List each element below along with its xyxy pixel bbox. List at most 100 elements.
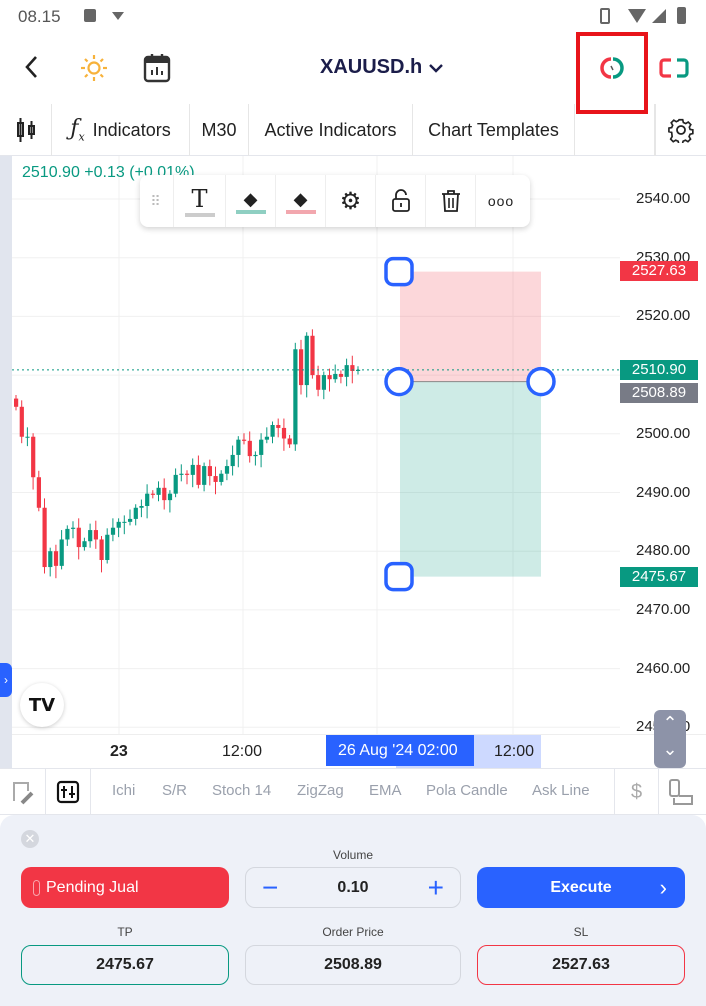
drag-handle-icon[interactable]: ⠿ <box>140 175 174 227</box>
indicator-ask-line[interactable]: Ask Line <box>532 782 590 799</box>
volume-stepper[interactable]: − 0.10 + <box>245 867 461 908</box>
indicator-ichi[interactable]: Ichi <box>112 782 135 799</box>
text-button[interactable]: T <box>174 175 226 227</box>
candle-body <box>19 406 24 437</box>
candlestick-chart[interactable] <box>0 156 706 768</box>
chart-templates-button[interactable]: Chart Templates <box>413 104 575 156</box>
time-axis: 23 12:00 26 Aug '24 02:00 12:00 <box>12 734 706 769</box>
text-icon: T <box>191 185 208 213</box>
candle-body <box>31 436 36 478</box>
calendar-icon[interactable] <box>143 53 171 83</box>
order-price-input[interactable]: 2508.89 <box>245 945 461 985</box>
increase-volume-button[interactable]: + <box>428 872 444 904</box>
candle-body <box>230 454 235 467</box>
currency-swap-button[interactable]: $ <box>614 769 659 815</box>
gear-icon <box>668 118 694 143</box>
order-price-label: Order Price <box>322 925 384 939</box>
chevron-right-icon: › <box>659 874 667 900</box>
price-axis-tick: 2460.00 <box>636 659 691 677</box>
sl-input[interactable]: 2527.63 <box>477 945 685 985</box>
tp-input[interactable]: 2475.67 <box>21 945 229 985</box>
indicator-settings-button[interactable] <box>46 769 91 815</box>
delete-button[interactable] <box>426 175 476 227</box>
settings-button[interactable]: ⚙ <box>326 175 376 227</box>
execute-label: Execute <box>550 878 612 896</box>
one-click-trading-icon[interactable] <box>600 56 624 80</box>
position-handle[interactable] <box>384 561 414 592</box>
pending-sell-button[interactable]: Pending Jual <box>21 867 229 908</box>
red-swatch <box>285 209 316 214</box>
tp-price-label: 2475.67 <box>620 567 698 587</box>
indicator-stoch[interactable]: Stoch 14 <box>212 782 271 799</box>
candle-body <box>167 493 173 501</box>
position-handle[interactable] <box>384 366 414 397</box>
fill-color-button-2[interactable]: ◆ <box>276 175 326 227</box>
chevron-down-icon <box>429 63 444 73</box>
candle-body <box>185 473 190 475</box>
scroll-to-latest-button[interactable]: ⌃ ⌄ <box>654 710 686 768</box>
notification-icon <box>84 9 96 22</box>
symbol-selector[interactable]: XAUUSD.h <box>320 56 444 79</box>
candle-body <box>236 439 241 455</box>
layout-switch-button[interactable] <box>666 778 696 806</box>
candle-body <box>264 436 269 440</box>
candle-body <box>333 373 338 380</box>
price-axis-tick: 2540.00 <box>636 190 691 207</box>
trade-panel-icon[interactable] <box>658 57 690 79</box>
candle-body <box>133 507 138 519</box>
candle-body <box>156 487 161 495</box>
decrease-volume-button[interactable]: − <box>262 872 278 904</box>
candle-body <box>321 375 326 390</box>
time-label: 12:00 <box>494 743 535 760</box>
candle-body <box>93 530 98 540</box>
candle-body <box>344 365 349 377</box>
timeframe-button[interactable]: M30 <box>190 104 249 156</box>
fill-color-button[interactable]: ◆ <box>226 175 276 227</box>
indicator-pola-candle[interactable]: Pola Candle <box>426 782 508 799</box>
candle-body <box>299 349 304 386</box>
pending-sell-label: Pending Jual <box>46 878 139 896</box>
chart-type-button[interactable] <box>0 104 52 156</box>
candle-body <box>145 493 150 507</box>
candle-body <box>338 373 344 377</box>
candle-body <box>190 464 195 475</box>
tradingview-logo[interactable]: 𝗧𝗩 <box>20 683 64 727</box>
candle-body <box>42 507 47 568</box>
candle-body <box>219 473 224 482</box>
position-handle[interactable] <box>526 366 556 397</box>
indicator-zigzag[interactable]: ZigZag <box>297 782 344 799</box>
drawing-tools-button[interactable] <box>0 769 46 815</box>
volume-value[interactable]: 0.10 <box>337 879 368 897</box>
indicators-button[interactable]: ƒx Indicators <box>52 104 190 156</box>
status-bar: 08.15 <box>0 0 706 32</box>
indicator-bar: Ichi S/R Stoch 14 ZigZag EMA Pola Candle… <box>0 768 706 815</box>
theme-sun-icon[interactable] <box>80 54 108 82</box>
crosshair-time-label: 26 Aug '24 02:00 <box>326 735 474 766</box>
candle-body <box>65 528 70 540</box>
green-swatch <box>235 209 266 214</box>
candle-body <box>202 466 207 485</box>
chart-settings-button[interactable] <box>655 104 706 156</box>
entry-price-label: 2508.89 <box>620 383 698 403</box>
more-icon: ooo <box>487 193 515 209</box>
candle-body <box>207 466 212 477</box>
chart-area[interactable]: › 2510.90 +0.13 (+0.01%) 2540.00 2530.00 2… <box>0 156 706 769</box>
execute-button[interactable]: Execute › <box>477 867 685 908</box>
close-panel-button[interactable]: ✕ <box>21 830 39 848</box>
lock-button[interactable] <box>376 175 426 227</box>
more-button[interactable]: ooo <box>476 175 526 227</box>
candle-body <box>59 539 64 566</box>
back-icon[interactable] <box>22 54 42 80</box>
candle-body <box>139 506 144 508</box>
indicator-ema[interactable]: EMA <box>369 782 402 799</box>
volume-label: Volume <box>332 848 374 862</box>
active-indicators-button[interactable]: Active Indicators <box>249 104 413 156</box>
candle-body <box>71 527 76 529</box>
indicator-sr[interactable]: S/R <box>162 782 187 799</box>
candle-body <box>36 477 41 508</box>
drawing-toolbar: ⠿ T ◆ ◆ ⚙ ooo <box>140 175 530 227</box>
candlestick-icon <box>16 118 35 142</box>
position-handle[interactable] <box>384 256 414 287</box>
candle-body <box>287 438 292 445</box>
layout-icon <box>669 779 693 805</box>
